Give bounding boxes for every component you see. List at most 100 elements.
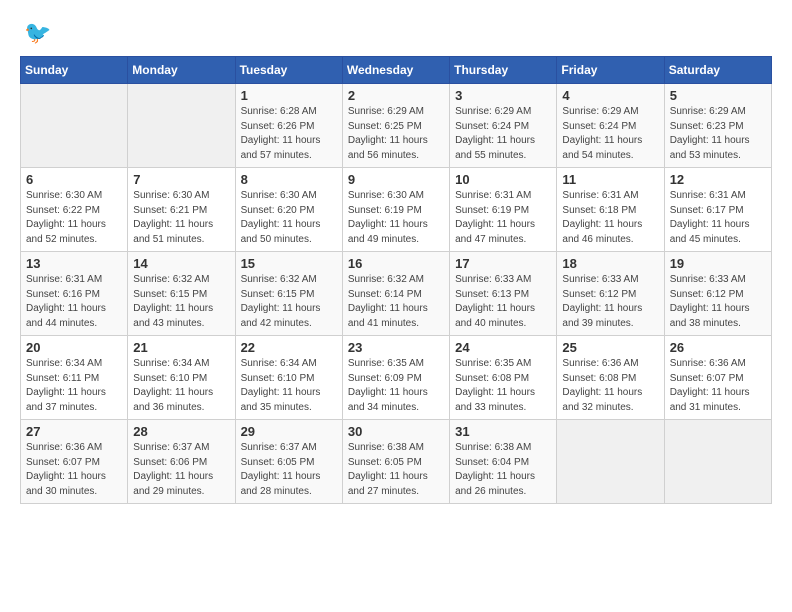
calendar-cell: 26 Sunrise: 6:36 AMSunset: 6:07 PMDaylig… <box>664 336 771 420</box>
calendar-cell: 27 Sunrise: 6:36 AMSunset: 6:07 PMDaylig… <box>21 420 128 504</box>
calendar-cell: 28 Sunrise: 6:37 AMSunset: 6:06 PMDaylig… <box>128 420 235 504</box>
day-number: 15 <box>241 256 337 271</box>
day-number: 13 <box>26 256 122 271</box>
calendar-cell: 4 Sunrise: 6:29 AMSunset: 6:24 PMDayligh… <box>557 84 664 168</box>
day-detail: Sunrise: 6:31 AMSunset: 6:19 PMDaylight:… <box>455 190 535 245</box>
day-number: 8 <box>241 172 337 187</box>
calendar-cell: 16 Sunrise: 6:32 AMSunset: 6:14 PMDaylig… <box>342 252 449 336</box>
calendar-cell: 29 Sunrise: 6:37 AMSunset: 6:05 PMDaylig… <box>235 420 342 504</box>
calendar-week-row: 27 Sunrise: 6:36 AMSunset: 6:07 PMDaylig… <box>21 420 772 504</box>
day-number: 9 <box>348 172 444 187</box>
day-number: 16 <box>348 256 444 271</box>
day-detail: Sunrise: 6:29 AMSunset: 6:25 PMDaylight:… <box>348 106 428 161</box>
day-detail: Sunrise: 6:30 AMSunset: 6:21 PMDaylight:… <box>133 190 213 245</box>
header-cell-saturday: Saturday <box>664 57 771 84</box>
day-number: 11 <box>562 172 658 187</box>
calendar-cell: 7 Sunrise: 6:30 AMSunset: 6:21 PMDayligh… <box>128 168 235 252</box>
day-detail: Sunrise: 6:32 AMSunset: 6:15 PMDaylight:… <box>241 274 321 329</box>
day-number: 27 <box>26 424 122 439</box>
day-detail: Sunrise: 6:28 AMSunset: 6:26 PMDaylight:… <box>241 106 321 161</box>
day-number: 25 <box>562 340 658 355</box>
calendar-week-row: 6 Sunrise: 6:30 AMSunset: 6:22 PMDayligh… <box>21 168 772 252</box>
day-detail: Sunrise: 6:31 AMSunset: 6:16 PMDaylight:… <box>26 274 106 329</box>
calendar-cell: 30 Sunrise: 6:38 AMSunset: 6:05 PMDaylig… <box>342 420 449 504</box>
calendar-cell: 18 Sunrise: 6:33 AMSunset: 6:12 PMDaylig… <box>557 252 664 336</box>
calendar-cell: 8 Sunrise: 6:30 AMSunset: 6:20 PMDayligh… <box>235 168 342 252</box>
calendar-cell: 10 Sunrise: 6:31 AMSunset: 6:19 PMDaylig… <box>450 168 557 252</box>
day-number: 29 <box>241 424 337 439</box>
day-detail: Sunrise: 6:29 AMSunset: 6:24 PMDaylight:… <box>562 106 642 161</box>
calendar-cell: 12 Sunrise: 6:31 AMSunset: 6:17 PMDaylig… <box>664 168 771 252</box>
calendar-cell: 9 Sunrise: 6:30 AMSunset: 6:19 PMDayligh… <box>342 168 449 252</box>
day-detail: Sunrise: 6:36 AMSunset: 6:07 PMDaylight:… <box>26 442 106 497</box>
calendar-cell: 19 Sunrise: 6:33 AMSunset: 6:12 PMDaylig… <box>664 252 771 336</box>
day-detail: Sunrise: 6:37 AMSunset: 6:05 PMDaylight:… <box>241 442 321 497</box>
day-number: 22 <box>241 340 337 355</box>
day-detail: Sunrise: 6:36 AMSunset: 6:08 PMDaylight:… <box>562 358 642 413</box>
calendar-week-row: 1 Sunrise: 6:28 AMSunset: 6:26 PMDayligh… <box>21 84 772 168</box>
header-cell-sunday: Sunday <box>21 57 128 84</box>
header-row: SundayMondayTuesdayWednesdayThursdayFrid… <box>21 57 772 84</box>
calendar-cell: 11 Sunrise: 6:31 AMSunset: 6:18 PMDaylig… <box>557 168 664 252</box>
calendar-cell: 6 Sunrise: 6:30 AMSunset: 6:22 PMDayligh… <box>21 168 128 252</box>
day-detail: Sunrise: 6:29 AMSunset: 6:23 PMDaylight:… <box>670 106 750 161</box>
calendar-cell: 13 Sunrise: 6:31 AMSunset: 6:16 PMDaylig… <box>21 252 128 336</box>
day-number: 3 <box>455 88 551 103</box>
day-detail: Sunrise: 6:33 AMSunset: 6:12 PMDaylight:… <box>562 274 642 329</box>
day-number: 4 <box>562 88 658 103</box>
calendar-cell: 17 Sunrise: 6:33 AMSunset: 6:13 PMDaylig… <box>450 252 557 336</box>
day-number: 23 <box>348 340 444 355</box>
day-detail: Sunrise: 6:34 AMSunset: 6:10 PMDaylight:… <box>133 358 213 413</box>
day-detail: Sunrise: 6:32 AMSunset: 6:14 PMDaylight:… <box>348 274 428 329</box>
calendar-cell: 1 Sunrise: 6:28 AMSunset: 6:26 PMDayligh… <box>235 84 342 168</box>
day-number: 20 <box>26 340 122 355</box>
calendar-cell <box>21 84 128 168</box>
day-number: 14 <box>133 256 229 271</box>
calendar-cell: 31 Sunrise: 6:38 AMSunset: 6:04 PMDaylig… <box>450 420 557 504</box>
day-number: 17 <box>455 256 551 271</box>
day-number: 7 <box>133 172 229 187</box>
calendar-cell: 3 Sunrise: 6:29 AMSunset: 6:24 PMDayligh… <box>450 84 557 168</box>
day-number: 31 <box>455 424 551 439</box>
day-detail: Sunrise: 6:31 AMSunset: 6:18 PMDaylight:… <box>562 190 642 245</box>
calendar-cell: 20 Sunrise: 6:34 AMSunset: 6:11 PMDaylig… <box>21 336 128 420</box>
calendar-body: 1 Sunrise: 6:28 AMSunset: 6:26 PMDayligh… <box>21 84 772 504</box>
header-cell-wednesday: Wednesday <box>342 57 449 84</box>
calendar-cell: 14 Sunrise: 6:32 AMSunset: 6:15 PMDaylig… <box>128 252 235 336</box>
calendar-cell <box>664 420 771 504</box>
calendar-cell: 24 Sunrise: 6:35 AMSunset: 6:08 PMDaylig… <box>450 336 557 420</box>
calendar-cell: 2 Sunrise: 6:29 AMSunset: 6:25 PMDayligh… <box>342 84 449 168</box>
logo: 🐦 <box>20 20 51 46</box>
day-number: 5 <box>670 88 766 103</box>
day-detail: Sunrise: 6:31 AMSunset: 6:17 PMDaylight:… <box>670 190 750 245</box>
header-cell-thursday: Thursday <box>450 57 557 84</box>
day-number: 21 <box>133 340 229 355</box>
day-detail: Sunrise: 6:35 AMSunset: 6:09 PMDaylight:… <box>348 358 428 413</box>
day-detail: Sunrise: 6:38 AMSunset: 6:04 PMDaylight:… <box>455 442 535 497</box>
day-number: 24 <box>455 340 551 355</box>
day-detail: Sunrise: 6:30 AMSunset: 6:19 PMDaylight:… <box>348 190 428 245</box>
calendar-cell: 5 Sunrise: 6:29 AMSunset: 6:23 PMDayligh… <box>664 84 771 168</box>
day-number: 12 <box>670 172 766 187</box>
day-detail: Sunrise: 6:34 AMSunset: 6:10 PMDaylight:… <box>241 358 321 413</box>
day-detail: Sunrise: 6:36 AMSunset: 6:07 PMDaylight:… <box>670 358 750 413</box>
day-number: 26 <box>670 340 766 355</box>
day-detail: Sunrise: 6:34 AMSunset: 6:11 PMDaylight:… <box>26 358 106 413</box>
calendar-cell: 15 Sunrise: 6:32 AMSunset: 6:15 PMDaylig… <box>235 252 342 336</box>
calendar-week-row: 20 Sunrise: 6:34 AMSunset: 6:11 PMDaylig… <box>21 336 772 420</box>
calendar-header: SundayMondayTuesdayWednesdayThursdayFrid… <box>21 57 772 84</box>
day-number: 28 <box>133 424 229 439</box>
calendar-week-row: 13 Sunrise: 6:31 AMSunset: 6:16 PMDaylig… <box>21 252 772 336</box>
calendar-cell: 23 Sunrise: 6:35 AMSunset: 6:09 PMDaylig… <box>342 336 449 420</box>
day-detail: Sunrise: 6:33 AMSunset: 6:12 PMDaylight:… <box>670 274 750 329</box>
calendar-cell <box>128 84 235 168</box>
calendar-cell: 21 Sunrise: 6:34 AMSunset: 6:10 PMDaylig… <box>128 336 235 420</box>
header-cell-friday: Friday <box>557 57 664 84</box>
calendar-cell <box>557 420 664 504</box>
header-cell-monday: Monday <box>128 57 235 84</box>
day-number: 30 <box>348 424 444 439</box>
header-cell-tuesday: Tuesday <box>235 57 342 84</box>
page-header: 🐦 <box>20 20 772 46</box>
calendar-cell: 22 Sunrise: 6:34 AMSunset: 6:10 PMDaylig… <box>235 336 342 420</box>
day-number: 2 <box>348 88 444 103</box>
